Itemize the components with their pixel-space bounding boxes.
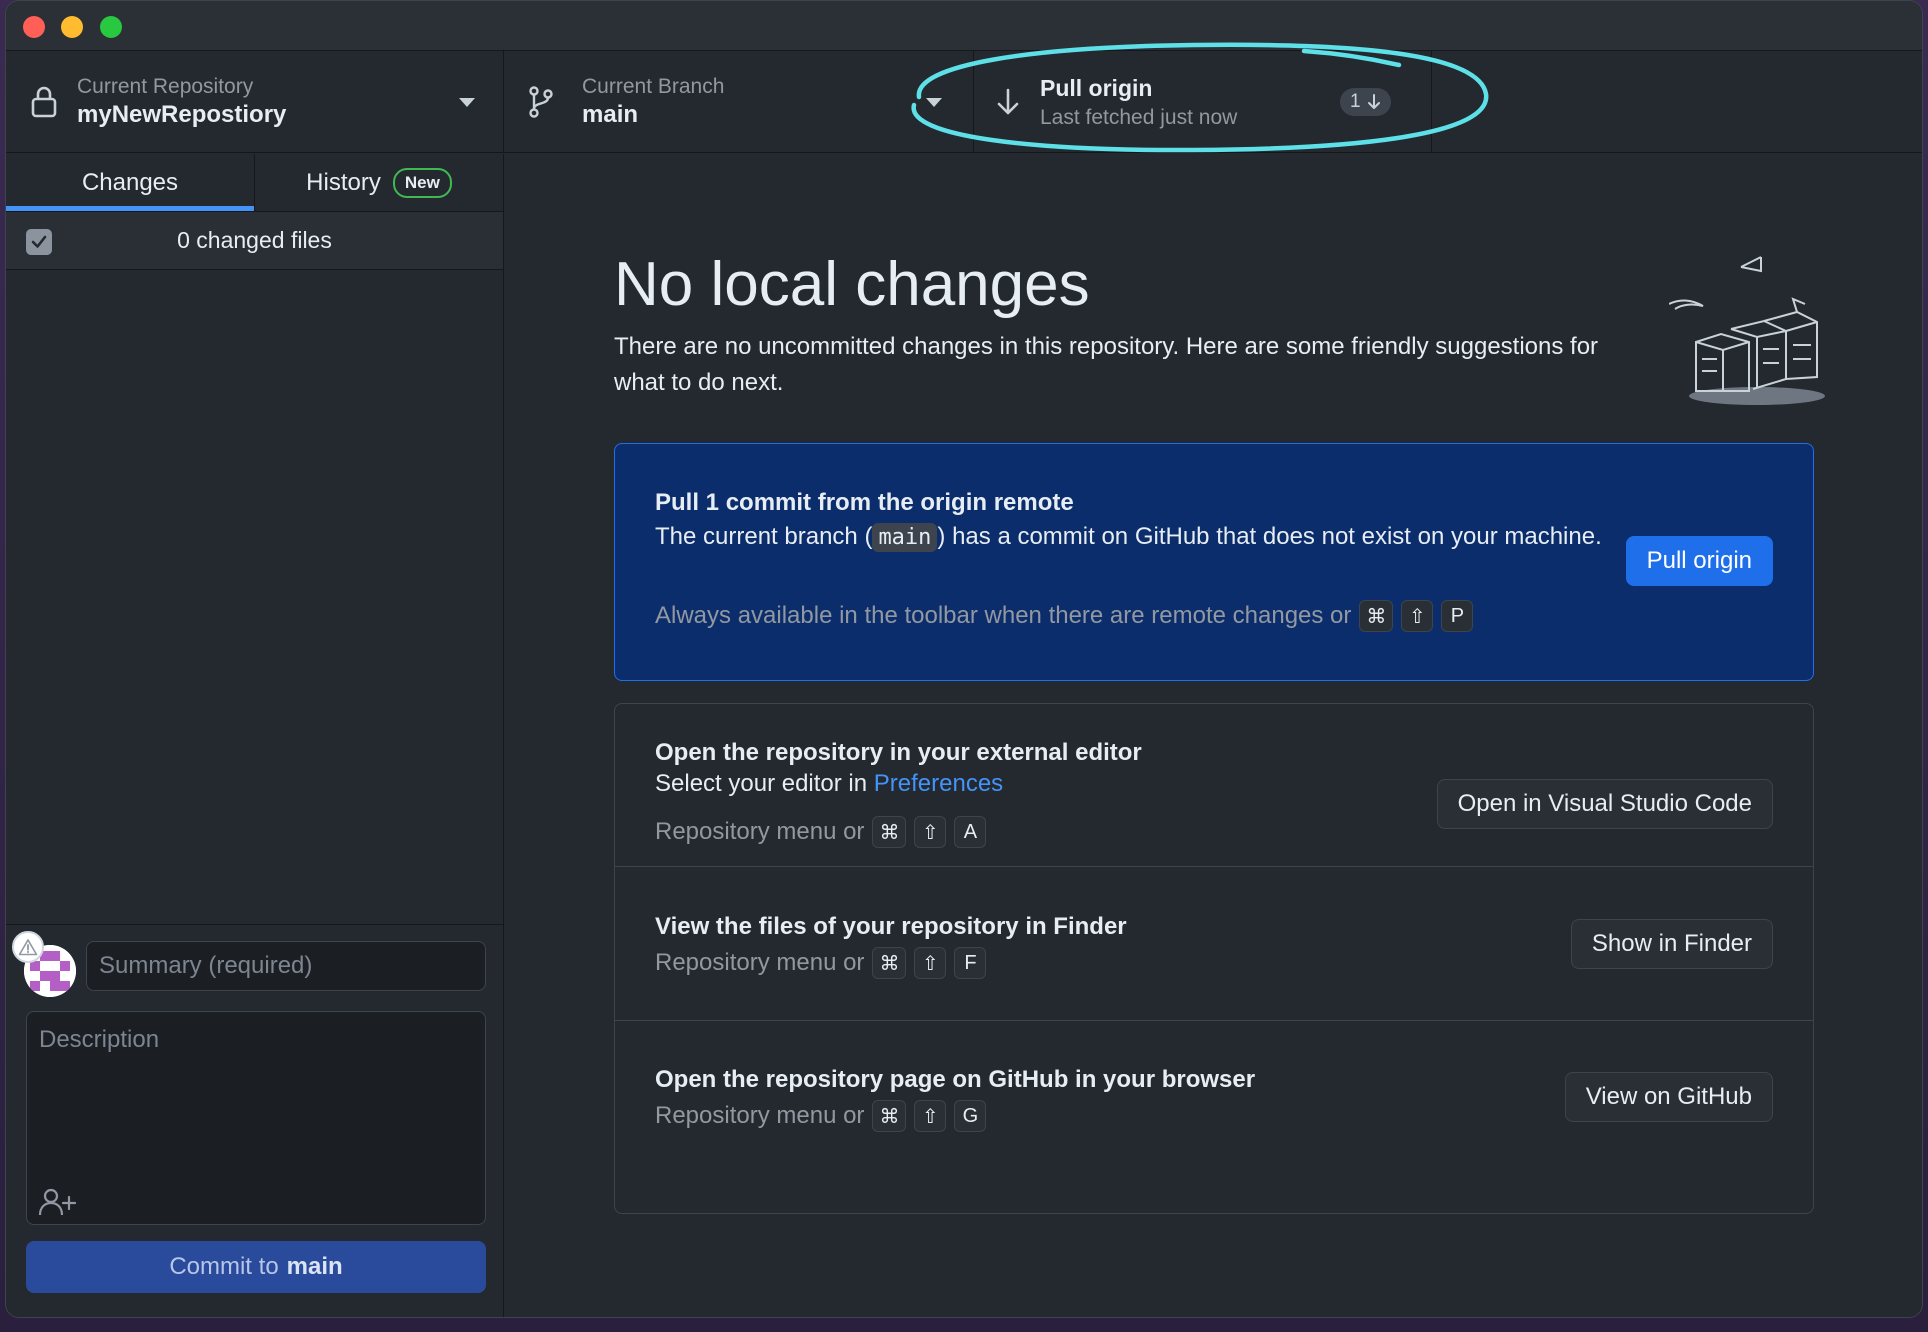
chevron-down-icon: [926, 98, 942, 107]
checkbox-icon: [31, 235, 47, 248]
repository-label: Current Repository: [77, 75, 254, 98]
github-card-title: Open the repository page on GitHub in yo…: [655, 1066, 1256, 1093]
github-suggestion: Open the repository page on GitHub in yo…: [615, 1020, 1813, 1214]
key-shift: ⇧: [914, 816, 947, 848]
lock-icon: [31, 86, 57, 118]
arrow-down-icon: [997, 88, 1019, 115]
suggestions-list: Open the repository in your external edi…: [614, 703, 1814, 1214]
chevron-down-icon: [459, 98, 475, 107]
pull-origin-button[interactable]: Pull origin Last fetched just now 1: [974, 51, 1432, 152]
key-shift: ⇧: [1401, 600, 1434, 632]
add-person-icon[interactable]: [38, 1187, 76, 1217]
current-repository-selector[interactable]: Current Repository myNewRepostiory: [6, 51, 504, 152]
arrow-down-icon: [1367, 94, 1380, 109]
incoming-commits-badge: 1: [1340, 88, 1391, 116]
open-in-editor-button[interactable]: Open in Visual Studio Code: [1436, 779, 1773, 829]
commit-button[interactable]: Commit to main: [26, 1241, 486, 1293]
tab-changes-label: Changes: [81, 168, 179, 196]
key-a: A: [954, 816, 987, 848]
editor-suggestion: Open the repository in your external edi…: [615, 704, 1813, 866]
pull-card-title: Pull 1 commit from the origin remote: [655, 489, 1074, 516]
select-all-checkbox[interactable]: [26, 229, 52, 255]
commit-button-branch: main: [286, 1253, 343, 1280]
key-cmd: ⌘: [1359, 600, 1394, 632]
empty-state-illustration: [1669, 256, 1825, 405]
finder-suggestion: View the files of your repository in Fin…: [615, 866, 1813, 1020]
title-bar: [6, 1, 1922, 51]
last-fetched-text: Last fetched just now: [1040, 106, 1238, 129]
warning-icon[interactable]: [12, 931, 44, 963]
pull-card-hint: Always available in the toolbar when the…: [655, 600, 1474, 632]
new-badge: New: [392, 167, 452, 198]
key-cmd: ⌘: [872, 1100, 907, 1132]
close-window-button[interactable]: [23, 16, 45, 38]
pull-card-text-before: The current branch (: [655, 523, 873, 550]
branch-icon: [529, 86, 553, 118]
editor-card-title: Open the repository in your external edi…: [655, 739, 1142, 766]
description-input[interactable]: [26, 1011, 486, 1225]
page-title: No local changes: [614, 250, 1090, 319]
summary-input[interactable]: [86, 941, 486, 991]
toolbar: Current Repository myNewRepostiory Curre…: [6, 51, 1922, 153]
key-shift: ⇧: [914, 1100, 947, 1132]
sidebar-tabs: Changes History New: [6, 154, 503, 212]
commit-button-prefix: Commit to: [169, 1253, 279, 1280]
changed-files-header: 0 changed files: [6, 212, 503, 270]
finder-card-hint: Repository menu or ⌘ ⇧ F: [655, 947, 987, 979]
finder-card-hint-text: Repository menu or: [655, 949, 865, 976]
show-in-finder-button[interactable]: Show in Finder: [1570, 919, 1773, 969]
branch-label: Current Branch: [582, 75, 725, 98]
tab-changes[interactable]: Changes: [6, 154, 254, 211]
repository-name: myNewRepostiory: [77, 101, 287, 128]
zoom-window-button[interactable]: [100, 16, 122, 38]
key-f: F: [954, 947, 987, 979]
incoming-commits-count: 1: [1350, 91, 1361, 112]
current-branch-selector[interactable]: Current Branch main: [504, 51, 974, 152]
key-g: G: [954, 1100, 987, 1132]
key-cmd: ⌘: [872, 816, 907, 848]
tab-history[interactable]: History New: [254, 154, 503, 211]
changed-files-count: 0 changed files: [177, 227, 332, 253]
pull-card-text-after: ) has a commit on GitHub that does not e…: [937, 523, 1602, 550]
branch-name: main: [582, 101, 639, 128]
editor-card-hint: Repository menu or ⌘ ⇧ A: [655, 816, 987, 848]
editor-card-text-body: Select your editor in: [655, 770, 868, 797]
pull-card-text: The current branch (main) has a commit o…: [655, 519, 1615, 556]
minimize-window-button[interactable]: [61, 16, 83, 38]
pull-commit-card: Pull 1 commit from the origin remote The…: [614, 443, 1814, 681]
key-cmd: ⌘: [872, 947, 907, 979]
view-on-github-button[interactable]: View on GitHub: [1564, 1072, 1773, 1122]
app-window: Current Repository myNewRepostiory Curre…: [5, 0, 1923, 1318]
pull-origin-title: Pull origin: [1040, 75, 1153, 101]
branch-code: main: [872, 523, 938, 552]
key-shift: ⇧: [914, 947, 947, 979]
pull-origin-action-button[interactable]: Pull origin: [1625, 536, 1773, 586]
sidebar: Changes History New 0 changed files Summ…: [6, 154, 504, 1317]
page-description: There are no uncommitted changes in this…: [614, 333, 1599, 396]
finder-card-title: View the files of your repository in Fin…: [655, 913, 1127, 940]
preferences-link[interactable]: Preferences: [874, 770, 1003, 797]
main-content: No local changes There are no uncommitte…: [504, 154, 1922, 1317]
github-card-hint-text: Repository menu or: [655, 1102, 865, 1129]
commit-form: Commit to main: [6, 924, 504, 1317]
pull-card-hint-text: Always available in the toolbar when the…: [655, 602, 1352, 629]
editor-card-text: Select your editor in Preferences: [655, 766, 1003, 802]
key-p: P: [1441, 600, 1474, 632]
tab-history-label: History: [306, 168, 381, 196]
editor-card-hint-text: Repository menu or: [655, 818, 865, 845]
github-card-hint: Repository menu or ⌘ ⇧ G: [655, 1100, 987, 1132]
